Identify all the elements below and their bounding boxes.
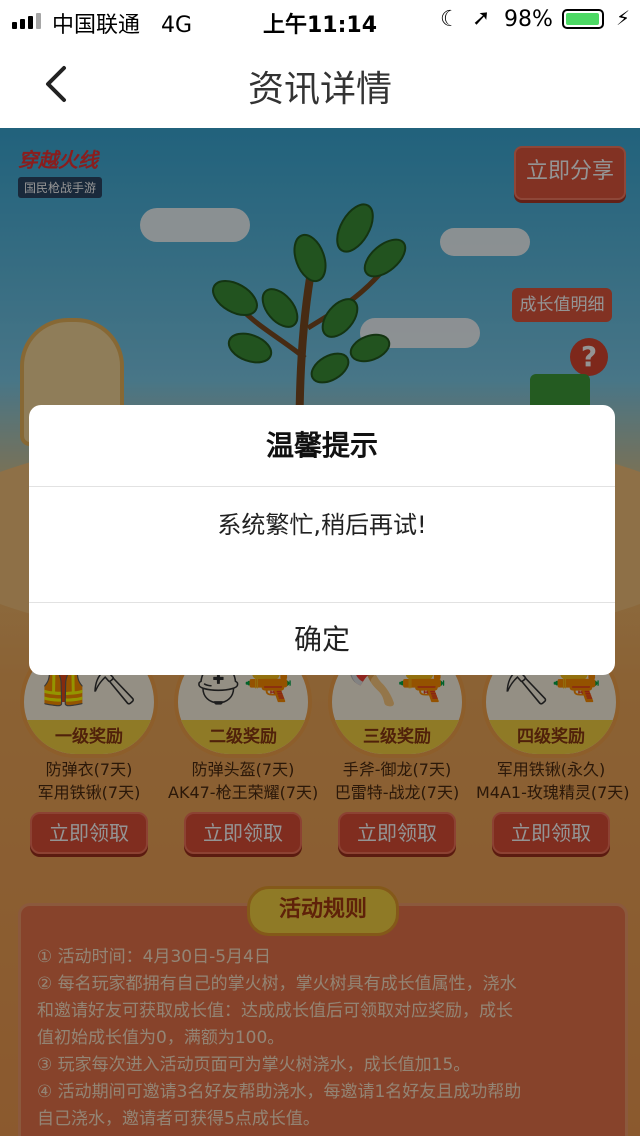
status-bar: 中国联通 4G 上午11:14 ☾ ➚ 98% ⚡ (0, 0, 640, 40)
do-not-disturb-icon: ☾ (440, 7, 460, 32)
confirm-button[interactable]: 确定 (29, 602, 615, 675)
alert-dialog: 温馨提示 系统繁忙,稍后再试! 确定 (29, 405, 615, 675)
navigation-bar: 资讯详情 (0, 40, 640, 129)
dialog-message: 系统繁忙,稍后再试! (217, 511, 427, 539)
charging-icon: ⚡ (616, 6, 631, 30)
page-title: 资讯详情 (247, 69, 392, 110)
battery-icon (562, 9, 604, 29)
battery-percent: 98% (504, 7, 553, 32)
location-icon: ➚ (472, 6, 491, 31)
dialog-title: 温馨提示 (29, 405, 615, 487)
